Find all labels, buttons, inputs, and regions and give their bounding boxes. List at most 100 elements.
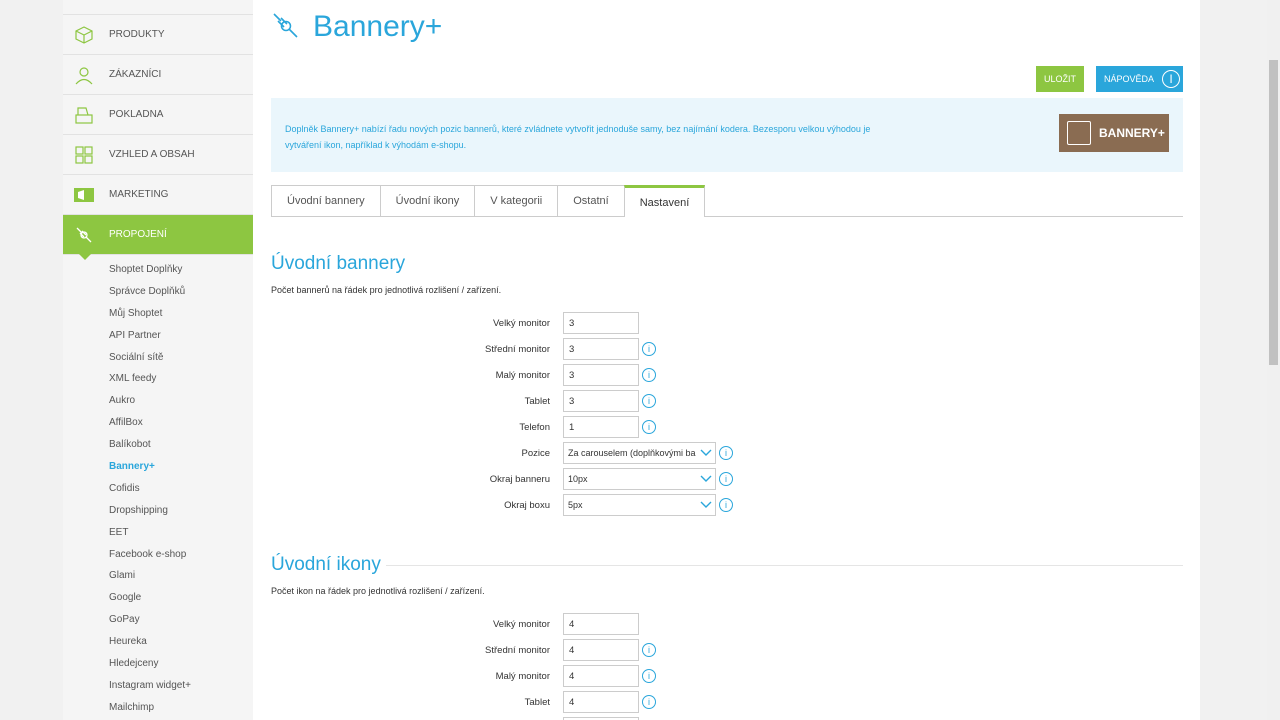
info-icon: i <box>1162 70 1181 88</box>
tab-ostatni[interactable]: Ostatní <box>557 185 625 216</box>
subnav: Shoptet Doplňky Správce Doplňků Můj Shopte… <box>63 255 253 719</box>
field-label: Velký monitor <box>492 317 550 329</box>
subnav-item[interactable]: Heureka <box>63 631 253 653</box>
tab-uvodni-ikony[interactable]: Úvodní ikony <box>379 185 476 216</box>
number-input[interactable]: 3 <box>563 390 639 412</box>
info-icon[interactable]: i <box>719 446 733 460</box>
nav-item-label: PRODUKTY <box>109 29 165 40</box>
browser-icon <box>1067 121 1091 145</box>
section-desc: Počet bannerů na řádek pro jednotlivá ro… <box>271 285 502 295</box>
box-margin-select[interactable]: 5px <box>563 494 716 516</box>
nav-item-produkty[interactable]: PRODUKTY <box>63 15 253 55</box>
subnav-item[interactable]: Shoptet Doplňky <box>63 259 253 281</box>
tab-uvodni-bannery[interactable]: Úvodní bannery <box>271 185 381 216</box>
number-input[interactable]: 3 <box>563 338 639 360</box>
subnav-item[interactable]: Google <box>63 587 253 609</box>
number-input[interactable]: 4 <box>563 639 639 661</box>
nav-item-label: PROPOJENÍ <box>109 229 167 240</box>
form-row: Malý monitor 3 i <box>413 364 656 386</box>
section-divider <box>386 565 1183 566</box>
field-label: Tablet <box>524 395 550 407</box>
chevron-down-icon <box>697 443 715 463</box>
info-icon[interactable]: i <box>719 498 733 512</box>
number-input[interactable]: 1 <box>563 416 639 438</box>
subnav-item[interactable]: EET <box>63 522 253 544</box>
chevron-down-icon <box>697 495 715 515</box>
subnav-item[interactable]: Facebook e-shop <box>63 544 253 566</box>
number-input[interactable]: 4 <box>563 691 639 713</box>
save-button[interactable]: ULOŽIT <box>1036 66 1084 92</box>
position-select[interactable]: Za carouselem (doplňkovými ba <box>563 442 716 464</box>
tab-nastaveni[interactable]: Nastavení <box>623 185 706 217</box>
select-value: 10px <box>568 474 588 484</box>
form-row: Střední monitor 4 i <box>413 639 656 661</box>
main-content: Bannery+ ULOŽIT NÁPOVĚDA i Doplněk Banne… <box>253 0 1200 720</box>
sidebar: PRODUKTY ZÁKAZNÍCI POKLADNA VZHLED A OBS… <box>63 0 253 720</box>
right-margin <box>1200 0 1267 720</box>
subnav-item[interactable]: Hledejceny <box>63 653 253 675</box>
info-icon[interactable]: i <box>642 695 656 709</box>
banner-margin-select[interactable]: 10px <box>563 468 716 490</box>
subnav-item[interactable]: Dropshipping <box>63 500 253 522</box>
nav-item-marketing[interactable]: MARKETING <box>63 175 253 215</box>
user-icon <box>73 64 95 86</box>
info-icon[interactable]: i <box>642 420 656 434</box>
info-text: Doplněk Bannery+ nabízí řadu nových pozi… <box>285 124 871 150</box>
number-input[interactable]: 4 <box>563 665 639 687</box>
select-value: 5px <box>568 500 583 510</box>
subnav-item[interactable]: GoPay <box>63 609 253 631</box>
megaphone-icon <box>73 184 95 206</box>
info-icon[interactable]: i <box>642 342 656 356</box>
subnav-item[interactable]: Bannery+ <box>63 456 253 478</box>
tab-v-kategorii[interactable]: V kategorii <box>474 185 559 216</box>
field-label: Okraj banneru <box>489 473 550 485</box>
info-icon[interactable]: i <box>642 368 656 382</box>
page-title: Bannery+ <box>313 10 443 43</box>
box-icon <box>73 24 95 46</box>
info-icon[interactable]: i <box>642 669 656 683</box>
subnav-item[interactable]: XML feedy <box>63 368 253 390</box>
scrollbar-thumb[interactable] <box>1269 60 1278 365</box>
field-label: Malý monitor <box>495 369 550 381</box>
nav-item-propojeni[interactable]: PROPOJENÍ <box>63 215 253 260</box>
subnav-item[interactable]: Správce Doplňků <box>63 281 253 303</box>
subnav-item[interactable]: Můj Shoptet <box>63 303 253 325</box>
nav-item-pokladna[interactable]: POKLADNA <box>63 95 253 135</box>
subnav-item[interactable]: Mailchimp <box>63 697 253 719</box>
nav-item-zakaznici[interactable]: ZÁKAZNÍCI <box>63 55 253 95</box>
form-row: Okraj banneru 10px i <box>413 468 733 490</box>
subnav-item[interactable]: Cofidis <box>63 478 253 500</box>
cash-register-icon <box>73 104 95 126</box>
subnav-item[interactable]: AffilBox <box>63 412 253 434</box>
help-button[interactable]: NÁPOVĚDA i <box>1096 66 1183 92</box>
info-box: Doplněk Bannery+ nabízí řadu nových pozi… <box>271 98 1183 172</box>
nav-item-vzhled[interactable]: VZHLED A OBSAH <box>63 135 253 175</box>
nav-item-label: MARKETING <box>109 189 169 200</box>
number-input[interactable]: 3 <box>563 364 639 386</box>
field-label: Pozice <box>521 447 550 459</box>
field-label: Střední monitor <box>485 644 550 656</box>
field-label: Velký monitor <box>492 618 550 630</box>
form-row: Střední monitor 3 i <box>413 338 656 360</box>
info-icon[interactable]: i <box>642 394 656 408</box>
subnav-item[interactable]: Aukro <box>63 390 253 412</box>
subnav-item[interactable]: Balíkobot <box>63 434 253 456</box>
subnav-item[interactable]: Glami <box>63 565 253 587</box>
nav-item-label: ZÁKAZNÍCI <box>109 69 162 80</box>
info-icon[interactable]: i <box>642 643 656 657</box>
subnav-item[interactable]: API Partner <box>63 325 253 347</box>
chevron-down-icon <box>697 469 715 489</box>
subnav-item[interactable]: Instagram widget+ <box>63 675 253 697</box>
info-icon[interactable]: i <box>719 472 733 486</box>
field-label: Tablet <box>524 696 550 708</box>
number-input[interactable]: 4 <box>563 613 639 635</box>
subnav-item[interactable]: Sociální sítě <box>63 347 253 369</box>
form-row: Pozice Za carouselem (doplňkovými ba i <box>413 442 733 464</box>
scrollbar[interactable] <box>1267 0 1280 720</box>
form-row: Malý monitor 4 i <box>413 665 656 687</box>
number-input[interactable]: 3 <box>563 312 639 334</box>
field-label: Střední monitor <box>485 343 550 355</box>
form-row: Telefon 1 i <box>413 416 656 438</box>
nav-top-spacer <box>63 0 253 15</box>
form-row: Okraj boxu 5px i <box>413 494 733 516</box>
